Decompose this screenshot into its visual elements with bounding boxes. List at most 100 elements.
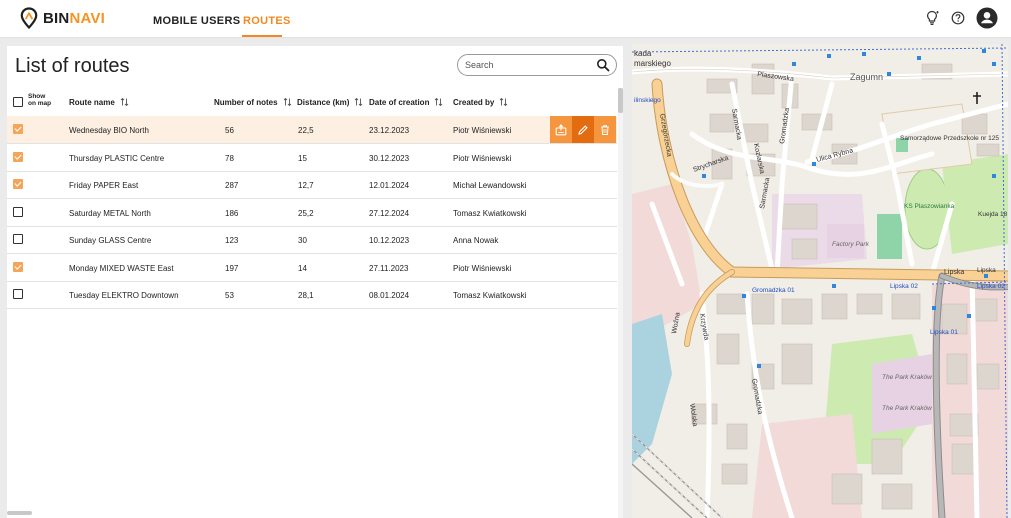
show-on-map-header-line2: on map bbox=[28, 99, 52, 107]
show-on-map-checkbox[interactable] bbox=[13, 289, 23, 299]
row-actions bbox=[550, 116, 616, 143]
search-input[interactable] bbox=[465, 58, 585, 72]
show-on-map-checkbox[interactable] bbox=[13, 234, 23, 244]
show-on-map-checkbox[interactable] bbox=[13, 207, 23, 217]
sort-icon[interactable] bbox=[354, 97, 363, 107]
distance-cell: 15 bbox=[298, 154, 307, 163]
table-row[interactable]: Saturday METAL North 186 25,2 27.12.2024… bbox=[7, 199, 617, 227]
active-tab-indicator bbox=[242, 35, 282, 37]
show-on-map-checkbox[interactable] bbox=[13, 124, 23, 134]
table-row[interactable]: Monday MIXED WASTE East 197 14 27.11.202… bbox=[7, 254, 617, 282]
route-name-cell: Tuesday ELEKTRO Downtown bbox=[69, 291, 179, 300]
date-cell: 30.12.2023 bbox=[369, 154, 410, 163]
distance-cell: 14 bbox=[298, 264, 307, 273]
column-header-label: Number of notes bbox=[214, 97, 278, 107]
column-header-date-of-creation[interactable]: Date of creation bbox=[369, 97, 443, 107]
notes-cell: 123 bbox=[225, 236, 239, 245]
help-icon[interactable] bbox=[947, 7, 969, 29]
created-by-cell: Piotr Wiśniewski bbox=[453, 154, 512, 163]
vertical-scrollbar-track[interactable] bbox=[618, 88, 623, 518]
notes-cell: 186 bbox=[225, 209, 239, 218]
page-title: List of routes bbox=[15, 55, 130, 77]
show-on-map-checkbox[interactable] bbox=[13, 262, 23, 272]
map-label: Lipska bbox=[977, 267, 996, 274]
route-name-cell: Monday MIXED WASTE East bbox=[69, 264, 174, 273]
sort-icon[interactable] bbox=[283, 97, 292, 107]
created-by-cell: Piotr Wiśniewski bbox=[453, 126, 512, 135]
delete-button[interactable] bbox=[594, 116, 616, 143]
map-label: Lipska 02 bbox=[890, 283, 918, 290]
date-cell: 27.12.2024 bbox=[369, 209, 410, 218]
map-the-park-area bbox=[872, 354, 932, 434]
search-box[interactable] bbox=[457, 54, 617, 76]
map-label: KS Plaszowianka bbox=[904, 203, 955, 210]
table-row[interactable]: Thursday PLASTIC Centre 78 15 30.12.2023… bbox=[7, 144, 617, 172]
show-on-map-header: Show on map bbox=[28, 93, 52, 107]
route-name-cell: Friday PAPER East bbox=[69, 181, 139, 190]
table-row[interactable]: Sunday GLASS Centre 123 30 10.12.2023 An… bbox=[7, 226, 617, 254]
distance-cell: 22,5 bbox=[298, 126, 314, 135]
notes-cell: 56 bbox=[225, 126, 234, 135]
table-header: Show on map Route name Number of notes D… bbox=[7, 88, 617, 117]
column-header-distance[interactable]: Distance (km) bbox=[297, 97, 363, 107]
map-label: kada bbox=[634, 49, 652, 58]
route-name-cell: Sunday GLASS Centre bbox=[69, 236, 152, 245]
map-label: Kuejda 18 bbox=[978, 211, 1008, 218]
column-header-label: Distance (km) bbox=[297, 97, 350, 107]
top-bar: BINNAVI MOBILE USERS ROUTES bbox=[0, 0, 1011, 38]
date-cell: 12.01.2024 bbox=[369, 181, 410, 190]
vertical-scrollbar-thumb[interactable] bbox=[618, 88, 623, 113]
date-cell: 27.11.2023 bbox=[369, 264, 409, 273]
map-label: marskiego bbox=[634, 59, 671, 68]
sort-icon[interactable] bbox=[499, 97, 508, 107]
horizontal-scrollbar-thumb[interactable] bbox=[7, 511, 32, 515]
distance-cell: 25,2 bbox=[298, 209, 314, 218]
lightbulb-icon[interactable] bbox=[922, 7, 944, 29]
tab-routes[interactable]: ROUTES bbox=[243, 15, 291, 27]
logo-text-part2: NAVI bbox=[69, 9, 105, 27]
notes-cell: 53 bbox=[225, 291, 234, 300]
table-row[interactable]: Wednesday BIO North 56 22,5 23.12.2023 P… bbox=[7, 116, 617, 144]
date-cell: 08.01.2024 bbox=[369, 291, 410, 300]
app-logo[interactable]: BINNAVI bbox=[20, 6, 105, 30]
edit-button[interactable] bbox=[572, 116, 594, 143]
created-by-cell: Anna Nowak bbox=[453, 236, 499, 245]
edit-icon bbox=[578, 124, 588, 135]
column-header-number-of-notes[interactable]: Number of notes bbox=[214, 97, 292, 107]
routes-panel: List of routes Show on map Route name Nu… bbox=[7, 46, 623, 518]
routes-map[interactable]: kada marskiego Plaszowska Zagumn ilinski… bbox=[632, 44, 1008, 518]
column-header-created-by[interactable]: Created by bbox=[453, 97, 508, 107]
notes-cell: 287 bbox=[225, 181, 239, 190]
map-canvas[interactable]: kada marskiego Plaszowska Zagumn ilinski… bbox=[632, 44, 1008, 518]
created-by-cell: Michał Lewandowski bbox=[453, 181, 527, 190]
column-header-route-name[interactable]: Route name bbox=[69, 97, 129, 107]
map-label: Lipska bbox=[944, 269, 964, 276]
map-label: The Park Kraków bbox=[882, 374, 933, 381]
search-icon[interactable] bbox=[596, 58, 610, 72]
notes-cell: 197 bbox=[225, 264, 239, 273]
logo-text: BINNAVI bbox=[43, 10, 105, 27]
column-header-label: Created by bbox=[453, 97, 495, 107]
table-row[interactable]: Tuesday ELEKTRO Downtown 53 28,1 08.01.2… bbox=[7, 281, 617, 309]
column-header-label: Date of creation bbox=[369, 97, 430, 107]
map-label: Samorządowe Przedszkole nr 125 bbox=[900, 135, 999, 142]
select-all-checkbox[interactable] bbox=[13, 97, 23, 107]
date-cell: 10.12.2023 bbox=[369, 236, 410, 245]
table-row[interactable]: Friday PAPER East 287 12,7 12.01.2024 Mi… bbox=[7, 171, 617, 199]
sort-icon[interactable] bbox=[434, 97, 443, 107]
tab-mobile-users[interactable]: MOBILE USERS bbox=[153, 15, 240, 27]
route-name-cell: Thursday PLASTIC Centre bbox=[69, 154, 165, 163]
show-on-map-checkbox[interactable] bbox=[13, 152, 23, 162]
map-sports-pitch bbox=[877, 214, 902, 259]
created-by-cell: Piotr Wiśniewski bbox=[453, 264, 512, 273]
map-label: Factory Park bbox=[832, 241, 870, 248]
map-label: Lipska 01 bbox=[930, 329, 958, 336]
created-by-cell: Tomasz Kwiatkowski bbox=[453, 291, 527, 300]
account-icon[interactable] bbox=[976, 7, 998, 29]
sort-icon[interactable] bbox=[120, 97, 129, 107]
delete-icon bbox=[601, 124, 609, 135]
map-export-button[interactable] bbox=[550, 116, 572, 143]
route-name-cell: Saturday METAL North bbox=[69, 209, 151, 218]
show-on-map-checkbox[interactable] bbox=[13, 179, 23, 189]
map-label: ilinskiego bbox=[634, 97, 661, 104]
